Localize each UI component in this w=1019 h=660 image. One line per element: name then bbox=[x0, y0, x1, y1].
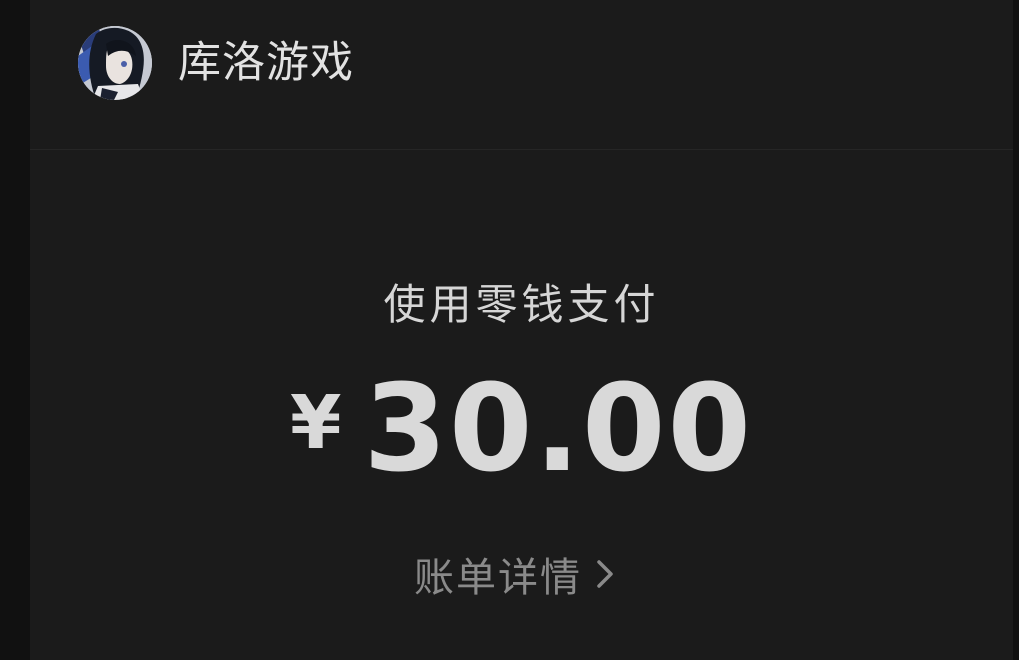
bill-details-link[interactable]: 账单详情 bbox=[414, 546, 614, 602]
bill-details-label: 账单详情 bbox=[414, 555, 582, 601]
currency-symbol: ¥ bbox=[289, 380, 342, 466]
amount-value: 30.00 bbox=[363, 360, 754, 499]
merchant-avatar bbox=[78, 26, 152, 100]
payment-method-label: 使用零钱支付 bbox=[383, 280, 660, 329]
payment-page: 库洛游戏 使用零钱支付 ¥30.00 账单详情 bbox=[0, 0, 1019, 660]
chevron-right-icon bbox=[596, 559, 614, 589]
payment-amount: ¥30.00 bbox=[30, 370, 1013, 490]
merchant-header: 库洛游戏 bbox=[30, 0, 1013, 150]
payment-sheet: 库洛游戏 使用零钱支付 ¥30.00 账单详情 bbox=[30, 0, 1013, 660]
anime-avatar-icon bbox=[78, 26, 152, 100]
merchant-name: 库洛游戏 bbox=[178, 38, 354, 88]
